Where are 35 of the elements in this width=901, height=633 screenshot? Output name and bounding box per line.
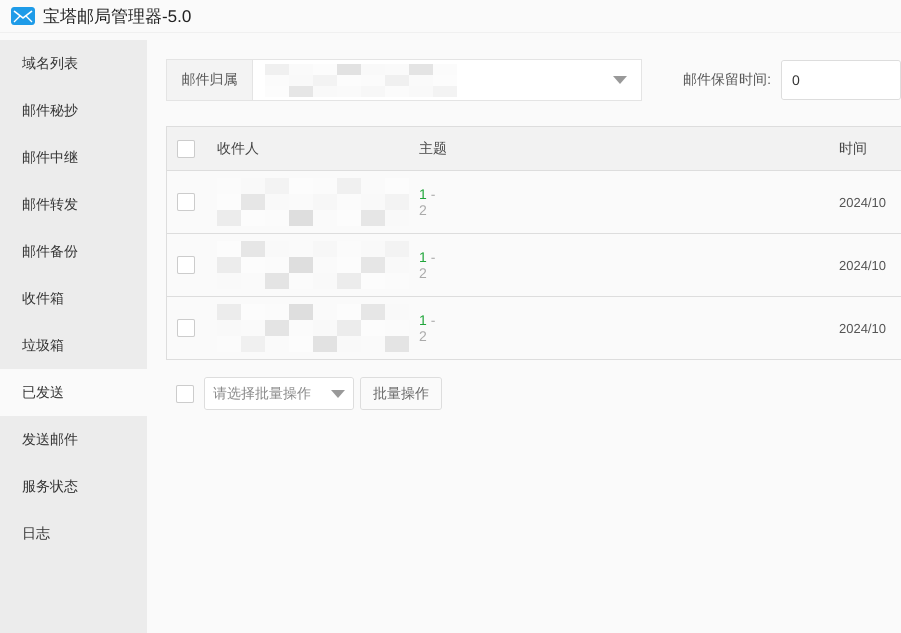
sidebar-item[interactable]: 收件箱 bbox=[0, 275, 147, 322]
sidebar-item[interactable]: 已发送 bbox=[0, 369, 147, 416]
sidebar-item[interactable]: 域名列表 bbox=[0, 40, 147, 87]
sidebar-item[interactable]: 邮件备份 bbox=[0, 228, 147, 275]
batch-checkbox[interactable] bbox=[176, 384, 194, 402]
window-title: 宝塔邮局管理器-5.0 bbox=[43, 6, 192, 28]
subject-text: 1 - 2 bbox=[419, 312, 436, 344]
caret-icon bbox=[331, 390, 345, 398]
column-header: 主题 bbox=[419, 140, 447, 156]
column-header: 收件人 bbox=[217, 140, 259, 156]
row-checkbox[interactable] bbox=[177, 319, 195, 337]
sidebar-item[interactable]: 邮件中继 bbox=[0, 134, 147, 181]
sidebar-item[interactable]: 邮件转发 bbox=[0, 181, 147, 228]
select-all-checkbox[interactable] bbox=[177, 140, 195, 158]
sidebar-item[interactable]: 垃圾箱 bbox=[0, 322, 147, 369]
sidebar-item[interactable]: 发送邮件 bbox=[0, 416, 147, 463]
retention-label: 邮件保留时间: bbox=[683, 71, 771, 89]
envelope-icon bbox=[11, 7, 35, 25]
sidebar-item[interactable]: 服务状态 bbox=[0, 463, 147, 510]
owner-select[interactable] bbox=[252, 59, 642, 101]
caret-icon bbox=[613, 76, 628, 84]
sidebar-item[interactable]: 日志 bbox=[0, 510, 147, 557]
row-checkbox[interactable] bbox=[177, 193, 195, 211]
row-checkbox[interactable] bbox=[177, 256, 195, 274]
time-text: 2024/10 bbox=[839, 195, 886, 210]
owner-label: 邮件归属 bbox=[166, 59, 253, 101]
column-header: 时间 bbox=[839, 140, 867, 156]
subject-text: 1 - 2 bbox=[419, 186, 436, 218]
retention-input[interactable]: 0 bbox=[781, 60, 901, 100]
time-text: 2024/10 bbox=[839, 258, 886, 273]
sidebar-item[interactable]: 邮件秘抄 bbox=[0, 87, 147, 134]
time-text: 2024/10 bbox=[839, 321, 886, 336]
batch-button[interactable]: 批量操作 bbox=[360, 377, 442, 410]
subject-text: 1 - 2 bbox=[419, 249, 436, 281]
batch-select[interactable]: 请选择批量操作 bbox=[204, 377, 354, 410]
